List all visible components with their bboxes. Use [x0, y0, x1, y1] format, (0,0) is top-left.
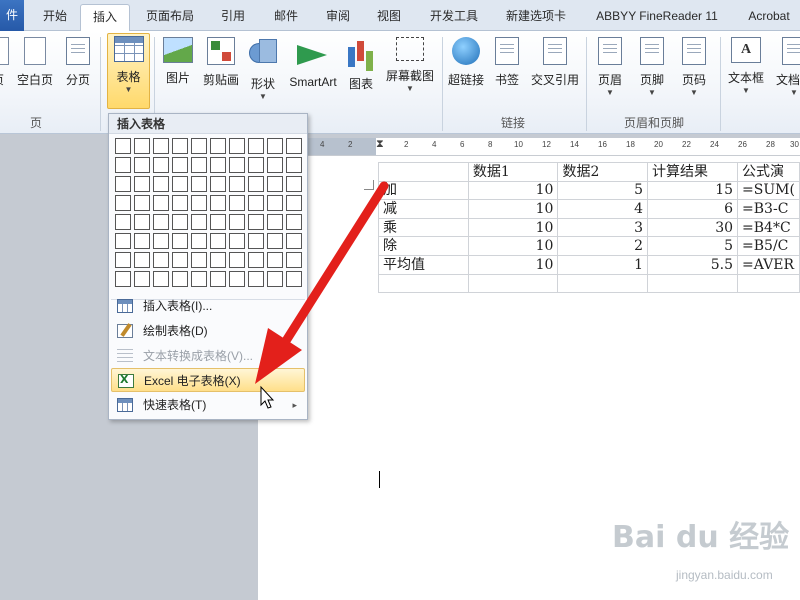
baidu-watermark-url: jingyan.baidu.com	[676, 568, 773, 582]
annotation-overlay	[255, 181, 389, 409]
red-arrow-icon	[255, 181, 389, 384]
mouse-pointer-icon	[260, 385, 275, 409]
baidu-watermark: Bai du 经验	[612, 520, 790, 555]
